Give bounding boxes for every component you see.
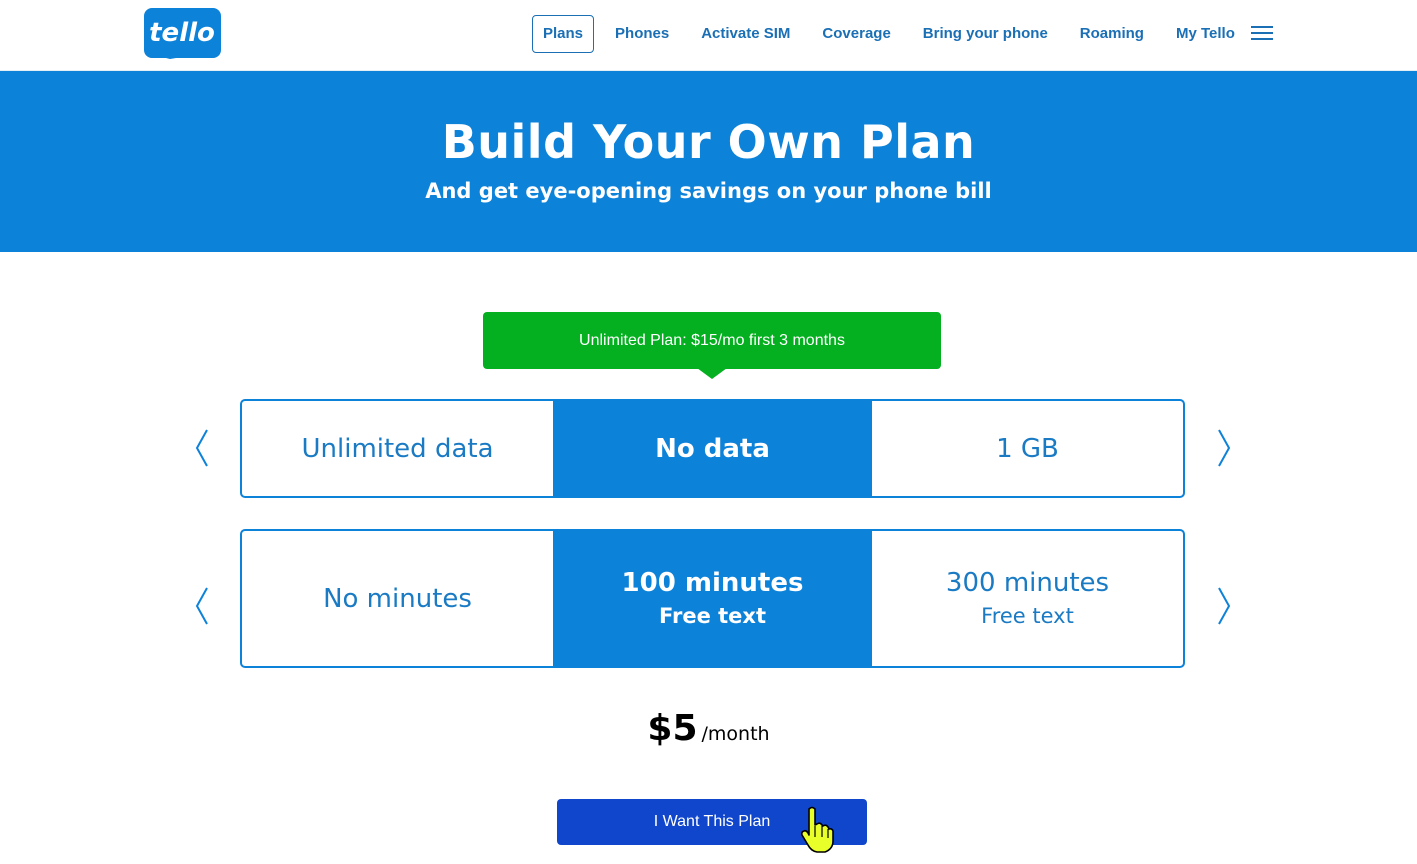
nav-plans[interactable]: Plans: [532, 15, 595, 53]
data-prev-arrow[interactable]: [193, 428, 211, 468]
site-header: tello Plans Phones Activate SIM Coverage…: [0, 0, 1417, 71]
minutes-next-arrow[interactable]: [1215, 586, 1233, 626]
option-sublabel: Free text: [981, 603, 1074, 628]
minutes-selector: No minutes 100 minutes Free text 300 min…: [240, 529, 1185, 668]
page-title: Build Your Own Plan: [441, 115, 976, 169]
option-label: No data: [655, 433, 770, 464]
option-label: Unlimited data: [301, 433, 494, 464]
option-label: 100 minutes: [621, 567, 804, 598]
promo-banner[interactable]: Unlimited Plan: $15/mo first 3 months: [483, 312, 941, 369]
tello-logo[interactable]: tello: [144, 8, 221, 59]
nav-activate-sim[interactable]: Activate SIM: [685, 15, 806, 53]
chevron-right-icon: [1218, 587, 1231, 625]
promo-pointer: [697, 368, 727, 379]
logo-text: tello: [149, 18, 215, 48]
hamburger-menu-icon[interactable]: [1251, 26, 1273, 42]
data-next-arrow[interactable]: [1215, 428, 1233, 468]
hero-banner: Build Your Own Plan And get eye-opening …: [0, 71, 1417, 252]
option-label: 300 minutes: [945, 567, 1110, 598]
nav-my-tello[interactable]: My Tello: [1160, 15, 1251, 53]
nav-phones[interactable]: Phones: [599, 15, 685, 53]
minutes-option-300[interactable]: 300 minutes Free text: [872, 531, 1183, 666]
price-amount: $5: [647, 708, 698, 749]
data-option-1gb[interactable]: 1 GB: [872, 401, 1183, 496]
minutes-option-none[interactable]: No minutes: [242, 531, 553, 666]
option-label: No minutes: [323, 583, 472, 614]
nav-coverage[interactable]: Coverage: [806, 15, 906, 53]
nav-roaming[interactable]: Roaming: [1064, 15, 1160, 53]
main-nav: Plans Phones Activate SIM Coverage Bring…: [532, 15, 1251, 53]
plan-price: $5/month: [0, 708, 1417, 749]
option-label: 1 GB: [996, 433, 1059, 464]
page-subtitle: And get eye-opening savings on your phon…: [425, 179, 992, 203]
chevron-left-icon: [195, 429, 208, 467]
minutes-prev-arrow[interactable]: [193, 586, 211, 626]
data-option-no-data[interactable]: No data: [553, 401, 872, 496]
nav-bring-your-phone[interactable]: Bring your phone: [907, 15, 1064, 53]
data-option-unlimited[interactable]: Unlimited data: [242, 401, 553, 496]
hand-cursor-icon: [800, 806, 834, 853]
minutes-option-100[interactable]: 100 minutes Free text: [553, 531, 872, 666]
chevron-right-icon: [1218, 429, 1231, 467]
chevron-left-icon: [195, 587, 208, 625]
price-period: /month: [701, 723, 770, 745]
data-selector: Unlimited data No data 1 GB: [240, 399, 1185, 498]
option-sublabel: Free text: [658, 603, 767, 628]
